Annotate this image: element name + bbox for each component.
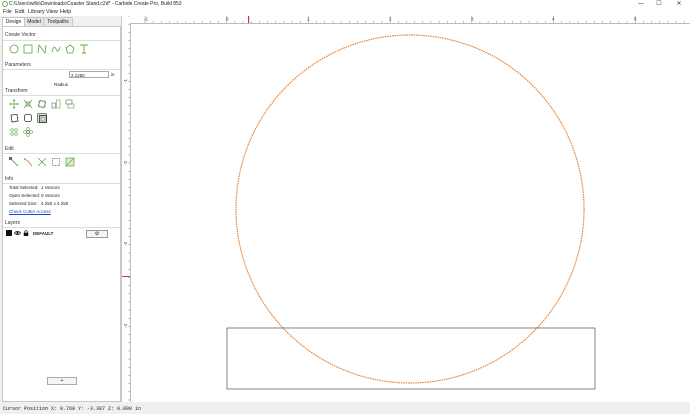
status-bar: Cursor Position X: 0.760 Y: -3.387 Z: 0.… (0, 403, 690, 414)
section-layers: Layers (5, 220, 21, 226)
app-icon (2, 1, 8, 7)
node-edit-icon[interactable] (9, 157, 19, 167)
divider (3, 95, 120, 96)
radius-label: Radius (54, 82, 69, 87)
section-info: Info (5, 176, 14, 182)
rectangle-vector[interactable] (226, 327, 596, 390)
move-icon[interactable] (9, 99, 19, 109)
align-icon[interactable] (65, 99, 75, 109)
layer-settings-button[interactable]: ⚙ (86, 230, 108, 238)
selected-circle-vector[interactable] (235, 34, 585, 384)
h-tick-label: 0 (226, 17, 229, 22)
horizontal-ruler: -1 0 1 2 3 4 5 (130, 16, 690, 24)
v-tick-label: -1 (123, 79, 128, 83)
eye-icon[interactable] (14, 230, 21, 236)
total-selected-label: Total Selected: (9, 185, 39, 190)
maximize-button[interactable]: ☐ (652, 0, 666, 8)
lock-icon[interactable] (23, 230, 29, 236)
circle-tool-icon[interactable] (9, 44, 19, 54)
layer-name: DEFAULT (33, 230, 54, 236)
h-tick-label: 1 (307, 17, 310, 22)
rectangle-tool-icon[interactable] (23, 44, 33, 54)
menu-bar: File Edit Library View Help (0, 8, 690, 16)
v-tick-label: -4 (123, 324, 128, 328)
curve-tool-icon[interactable] (51, 44, 61, 54)
open-selected-value: 0 Vectors (41, 193, 60, 198)
close-button[interactable]: ✕ (672, 0, 686, 8)
add-layer-button[interactable]: + (47, 377, 77, 385)
divider (3, 69, 120, 70)
selected-size-value: 4.250 x 4.250 (41, 201, 69, 206)
scale-icon[interactable] (23, 99, 33, 109)
v-tick-label: -2 (123, 161, 128, 165)
inset-offset-icon[interactable] (37, 113, 47, 123)
mirror-icon[interactable] (51, 99, 61, 109)
title-bar: C:\Users\willo\Downloads\Coaster Stand.c… (0, 0, 690, 8)
cursor-position-readout: Cursor Position X: 0.760 Y: -3.387 Z: 0.… (3, 406, 142, 412)
vertical-ruler-ticks: -1 -2 -3 -4 (122, 15, 130, 401)
trim-icon[interactable] (37, 157, 47, 167)
v-tick-label: -3 (123, 242, 128, 246)
section-parameters: Parameters (5, 62, 31, 68)
design-panel: Create Vector Parameters Radius 2.1250 i… (2, 26, 121, 402)
tab-model[interactable]: Model (24, 17, 44, 26)
total-selected-value: 1 Vectors (41, 185, 60, 190)
menu-view[interactable]: View (46, 9, 58, 15)
section-create-vector: Create Vector (5, 32, 36, 38)
window-title: C:\Users\willo\Downloads\Coaster Stand.c… (9, 1, 182, 7)
minimize-button[interactable]: — (634, 0, 648, 8)
h-tick-label: 3 (471, 17, 474, 22)
h-tick-label: 5 (634, 17, 637, 22)
divider (3, 153, 120, 154)
menu-library[interactable]: Library (28, 9, 45, 15)
layer-color-swatch-icon[interactable] (6, 230, 12, 236)
divider (3, 227, 120, 228)
round-corners-icon[interactable] (23, 113, 33, 123)
open-selected-label: Open Selected: (9, 193, 41, 198)
cursor-marker-vertical (122, 276, 130, 277)
section-edit: Edit (5, 146, 14, 152)
left-panel: Design Model Toolpaths Create Vector Par… (0, 16, 122, 402)
offset-icon[interactable] (9, 113, 19, 123)
circular-pattern-icon[interactable] (9, 127, 19, 137)
design-canvas[interactable] (131, 24, 690, 402)
selected-size-label: Selected Size: (9, 201, 38, 206)
divider (3, 40, 120, 41)
horizontal-ruler-ticks: -1 0 1 2 3 4 5 (144, 16, 685, 23)
section-transform: Transform (5, 88, 28, 94)
divider (3, 183, 120, 184)
h-tick-label: 2 (389, 17, 392, 22)
menu-edit[interactable]: Edit (15, 9, 24, 15)
vertical-ruler: -1 -2 -3 -4 (122, 15, 131, 402)
polyline-tool-icon[interactable] (37, 44, 47, 54)
polygon-tool-icon[interactable] (65, 44, 75, 54)
layer-row-default[interactable]: DEFAULT ⚙ (6, 230, 118, 238)
canvas-drawing[interactable] (131, 24, 690, 402)
radius-unit: in (111, 72, 115, 77)
tab-toolpaths[interactable]: Toolpaths (43, 17, 73, 26)
cursor-marker-horizontal (248, 16, 250, 23)
text-tool-icon[interactable] (79, 44, 89, 54)
h-tick-label: 4 (552, 17, 555, 22)
boolean-icon[interactable] (51, 157, 61, 167)
rotate-icon[interactable] (37, 99, 47, 109)
menu-file[interactable]: File (3, 9, 12, 15)
h-tick-label: -1 (144, 17, 148, 22)
smooth-icon[interactable] (23, 157, 33, 167)
weld-icon[interactable] (65, 157, 75, 167)
grid-pattern-icon[interactable] (23, 127, 33, 137)
menu-help[interactable]: Help (60, 9, 71, 15)
check-cutter-access-link[interactable]: Check Cutter Access (9, 209, 51, 214)
radius-input[interactable]: 2.1250 (69, 71, 109, 78)
